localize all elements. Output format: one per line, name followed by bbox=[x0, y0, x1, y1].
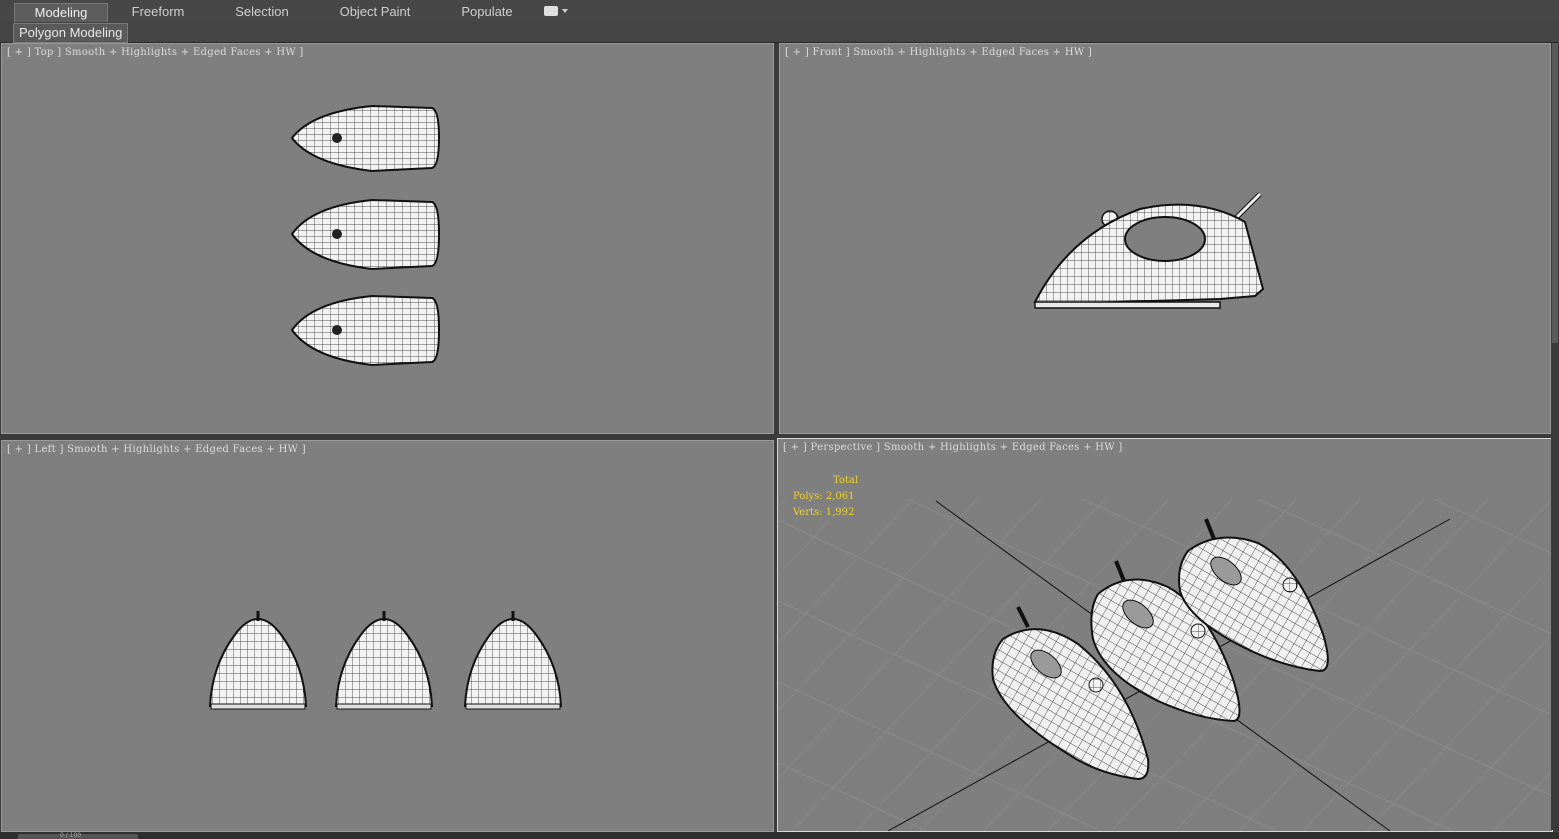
stats-verts: Verts: 1,992 bbox=[793, 507, 855, 518]
chevron-down-icon[interactable] bbox=[562, 9, 568, 13]
ribbon: Modeling Freeform Selection Object Paint… bbox=[0, 0, 1559, 43]
tab-populate[interactable]: Populate bbox=[450, 3, 524, 21]
stats-polys: Polys: 2,061 bbox=[793, 491, 855, 502]
tab-selection[interactable]: Selection bbox=[220, 3, 304, 21]
ribbon-tabs: Modeling Freeform Selection Object Paint… bbox=[0, 0, 1559, 22]
perspective-view-scene bbox=[778, 499, 1552, 831]
ribbon-options-icon[interactable] bbox=[544, 6, 558, 16]
iron-left-1[interactable] bbox=[208, 611, 308, 710]
front-view-scene bbox=[1033, 192, 1265, 309]
iron-top-1[interactable] bbox=[290, 104, 441, 173]
panel-polygon-modeling[interactable]: Polygon Modeling bbox=[13, 23, 129, 43]
time-slider-frame: 0 / 100 bbox=[60, 832, 82, 839]
scene-statistics: Total Polys: 2,061 Verts: 1,992 bbox=[793, 473, 858, 521]
tab-object-paint[interactable]: Object Paint bbox=[330, 3, 420, 21]
iron-front[interactable] bbox=[1033, 192, 1265, 309]
iron-top-2[interactable] bbox=[290, 198, 441, 271]
tab-freeform[interactable]: Freeform bbox=[118, 3, 198, 21]
viewport-front[interactable]: [ + ] Front ] Smooth + Highlights + Edge… bbox=[779, 43, 1551, 434]
iron-left-3[interactable] bbox=[463, 611, 563, 710]
tab-modeling[interactable]: Modeling bbox=[14, 3, 108, 22]
iron-top-3[interactable] bbox=[290, 294, 441, 367]
viewport-left[interactable]: [ + ] Left ] Smooth + Highlights + Edged… bbox=[1, 440, 774, 832]
viewport-label-perspective[interactable]: [ + ] Perspective ] Smooth + Highlights … bbox=[783, 442, 1123, 453]
ribbon-side-scrollbar[interactable] bbox=[1551, 43, 1559, 830]
iron-left-2[interactable] bbox=[334, 611, 434, 710]
time-slider-bar: 0 / 100 bbox=[0, 832, 1559, 839]
scrollbar-thumb[interactable] bbox=[1552, 43, 1558, 343]
top-view-scene bbox=[290, 104, 441, 367]
viewport-perspective[interactable]: [ + ] Perspective ] Smooth + Highlights … bbox=[777, 438, 1553, 832]
viewport-top[interactable]: [ + ] Top ] Smooth + Highlights + Edged … bbox=[1, 43, 774, 434]
left-view-scene bbox=[208, 611, 563, 710]
stats-title: Total bbox=[833, 475, 859, 486]
